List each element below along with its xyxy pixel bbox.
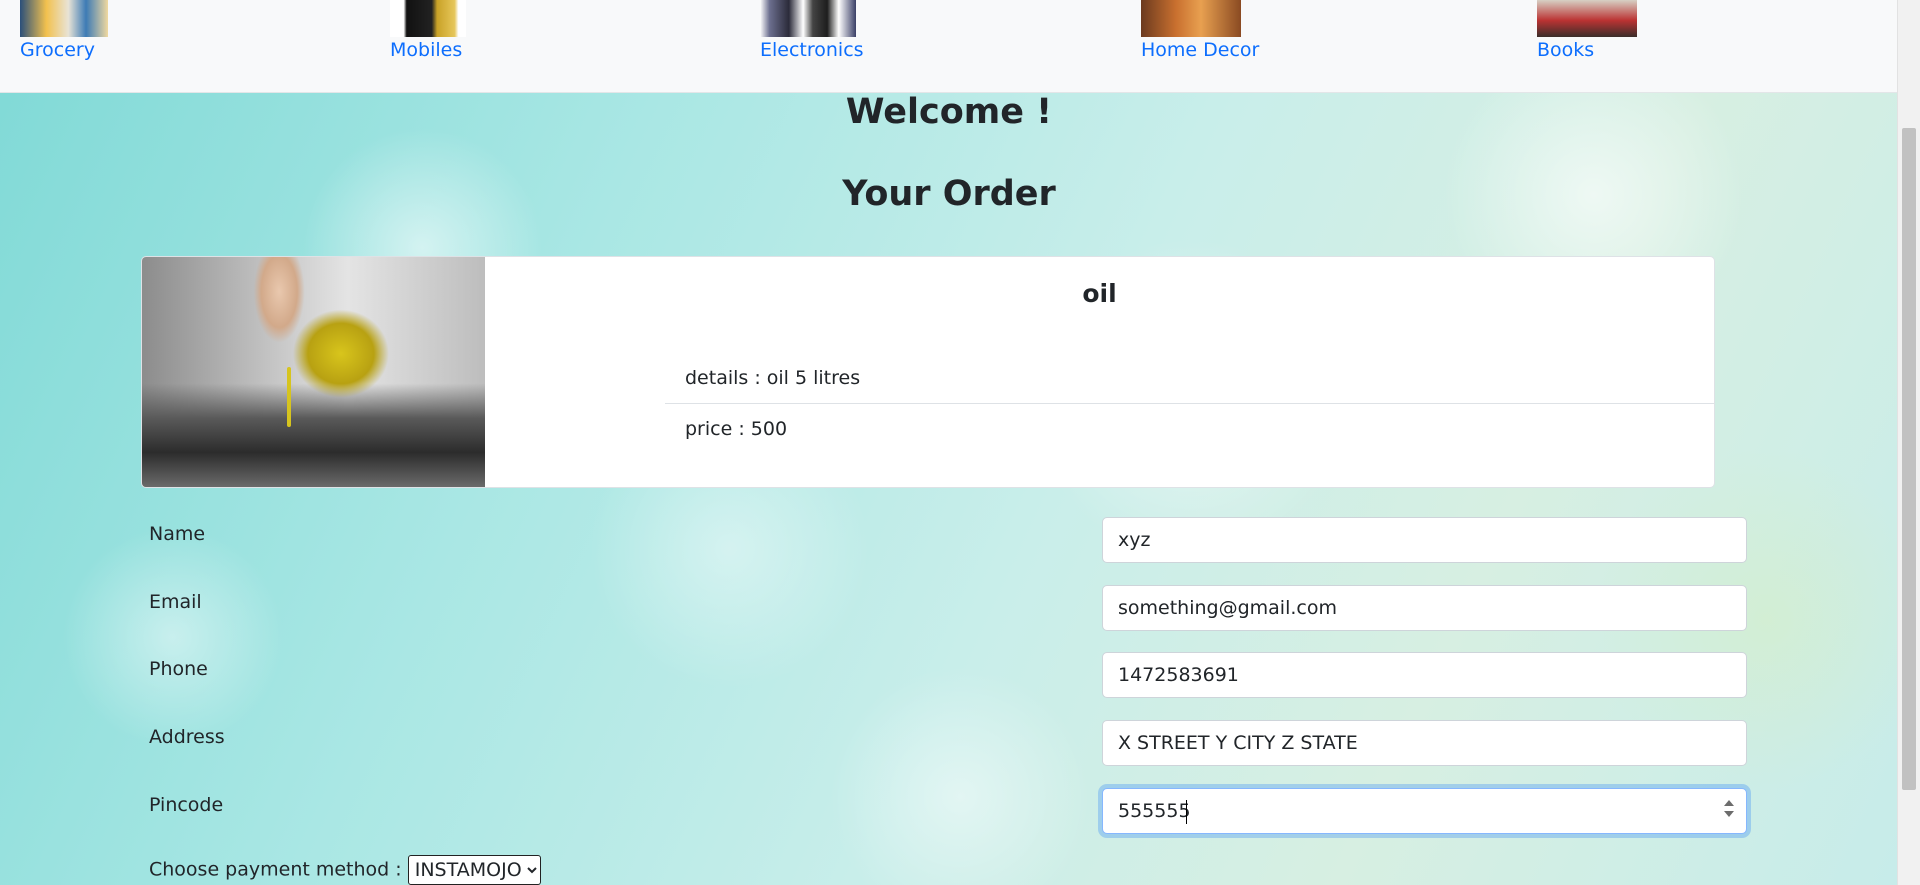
grocery-thumbnail[interactable] xyxy=(20,0,108,37)
nav-link-grocery[interactable]: Grocery xyxy=(20,39,95,61)
payment-method-label: Choose payment method : xyxy=(149,858,402,881)
product-card: oil details : oil 5 litres price : 500 xyxy=(141,256,1715,488)
form-row-address: Address xyxy=(149,720,1749,768)
product-price: price : 500 xyxy=(685,418,788,440)
form-row-name: Name xyxy=(149,517,1749,565)
text-caret xyxy=(1186,800,1187,824)
form-row-pincode: Pincode xyxy=(149,788,1749,836)
spinner-up-icon[interactable] xyxy=(1724,800,1734,806)
your-order-heading: Your Order xyxy=(842,174,1056,214)
name-input[interactable] xyxy=(1102,517,1747,563)
spinner-down-icon[interactable] xyxy=(1724,811,1734,817)
product-image xyxy=(142,257,485,487)
scrollbar-thumb[interactable] xyxy=(1902,128,1916,790)
email-label: Email xyxy=(149,591,202,613)
address-label: Address xyxy=(149,726,225,748)
oil-stream-decoration xyxy=(287,367,291,427)
phone-label: Phone xyxy=(149,658,208,680)
nav-link-books[interactable]: Books xyxy=(1537,39,1594,61)
books-thumbnail[interactable] xyxy=(1537,0,1637,37)
email-input[interactable] xyxy=(1102,585,1747,631)
product-name: oil xyxy=(1082,279,1117,308)
product-details: details : oil 5 litres xyxy=(665,353,1714,404)
payment-method-select[interactable]: INSTAMOJO xyxy=(407,855,541,885)
form-row-email: Email xyxy=(149,585,1749,633)
category-nav: Grocery Mobiles Electronics Home Decor B… xyxy=(0,0,1898,93)
name-label: Name xyxy=(149,523,206,545)
pincode-label: Pincode xyxy=(149,794,224,816)
number-spinner[interactable] xyxy=(1723,800,1735,822)
phone-input[interactable] xyxy=(1102,652,1747,698)
home-decor-thumbnail[interactable] xyxy=(1141,0,1241,37)
payment-method-row: Choose payment method : INSTAMOJO xyxy=(149,855,541,885)
address-input[interactable] xyxy=(1102,720,1747,766)
form-row-phone: Phone xyxy=(149,652,1749,700)
page-scrollbar[interactable] xyxy=(1897,0,1920,885)
electronics-thumbnail[interactable] xyxy=(760,0,856,37)
pincode-input[interactable] xyxy=(1102,788,1747,834)
mobiles-thumbnail[interactable] xyxy=(390,0,466,37)
nav-link-home-decor[interactable]: Home Decor xyxy=(1141,39,1259,61)
nav-link-mobiles[interactable]: Mobiles xyxy=(390,39,462,61)
welcome-heading: Welcome ! xyxy=(845,92,1053,132)
nav-link-electronics[interactable]: Electronics xyxy=(760,39,864,61)
